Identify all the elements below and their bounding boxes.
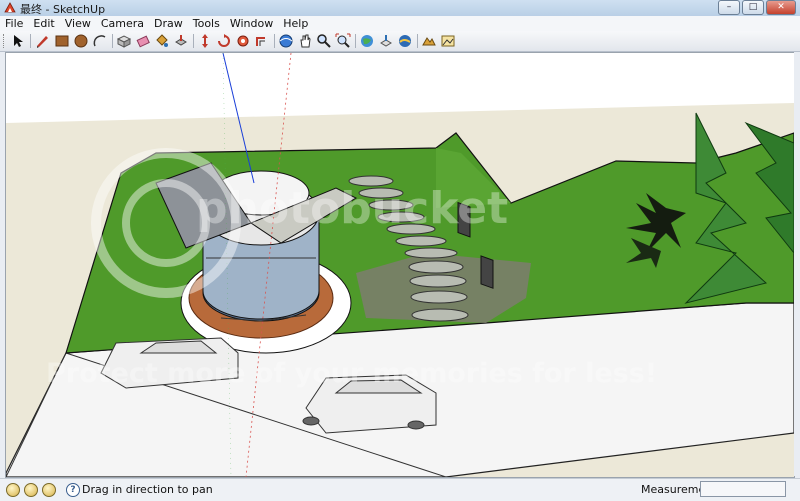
title-bar[interactable]: 最终 - SketchUp – □ ✕ (0, 0, 800, 17)
move-icon[interactable] (197, 33, 213, 49)
eraser-icon[interactable] (135, 33, 151, 49)
viewport-edge (794, 52, 800, 476)
offset-icon[interactable] (254, 33, 270, 49)
arc-icon[interactable] (92, 33, 108, 49)
menu-bar: File Edit View Camera Draw Tools Window Help (0, 16, 800, 32)
status-hint: Drag in direction to pan (82, 483, 213, 496)
rotate-icon[interactable] (216, 33, 232, 49)
credits-icon[interactable] (24, 483, 38, 497)
rectangle-icon[interactable] (54, 33, 70, 49)
toolbar-separator (193, 34, 194, 48)
maximize-button[interactable]: □ (742, 0, 764, 15)
menu-edit[interactable]: Edit (28, 16, 59, 31)
status-bar: ? Drag in direction to pan Measurements (0, 478, 800, 501)
toolbar-separator (112, 34, 113, 48)
model-scene (6, 53, 794, 477)
3d-viewport[interactable]: photobucket Protect more of your memorie… (5, 52, 795, 478)
toolbar-grip[interactable] (3, 34, 7, 48)
window-title: 最终 - SketchUp (20, 3, 106, 16)
toolbar-separator (355, 34, 356, 48)
main-toolbar (0, 31, 800, 52)
close-button[interactable]: ✕ (766, 0, 796, 15)
circle-icon[interactable] (73, 33, 89, 49)
sandbox-icon[interactable] (421, 33, 437, 49)
toolbar-separator (274, 34, 275, 48)
menu-draw[interactable]: Draw (149, 16, 188, 31)
menu-view[interactable]: View (60, 16, 96, 31)
pencil-icon[interactable] (34, 33, 50, 49)
zoom-extents-icon[interactable] (335, 33, 351, 49)
measurements-field[interactable] (700, 481, 786, 497)
window-controls: – □ ✕ (718, 0, 796, 15)
push-pull-icon[interactable] (173, 33, 189, 49)
pan-icon[interactable] (297, 33, 313, 49)
minimize-button[interactable]: – (718, 0, 740, 15)
share-model-icon[interactable] (378, 33, 394, 49)
menu-help[interactable]: Help (278, 16, 313, 31)
photo-match-icon[interactable] (440, 33, 456, 49)
google-earth-icon[interactable] (397, 33, 413, 49)
zoom-icon[interactable] (316, 33, 332, 49)
make-component-icon[interactable] (116, 33, 132, 49)
menu-camera[interactable]: Camera (96, 16, 149, 31)
sketchup-window: 最终 - SketchUp – □ ✕ File Edit View Camera Dr… (0, 0, 800, 501)
menu-file[interactable]: File (0, 16, 28, 31)
toolbar-separator (417, 34, 418, 48)
geo-location-icon[interactable] (6, 483, 20, 497)
user-icon[interactable] (42, 483, 56, 497)
sketchup-app-icon (4, 2, 16, 13)
follow-me-icon[interactable] (235, 33, 251, 49)
toolbar-separator (30, 34, 31, 48)
help-icon[interactable]: ? (66, 483, 80, 497)
get-models-icon[interactable] (359, 33, 375, 49)
orbit-icon[interactable] (278, 33, 294, 49)
menu-window[interactable]: Window (225, 16, 278, 31)
paint-bucket-icon[interactable] (154, 33, 170, 49)
menu-tools[interactable]: Tools (188, 16, 225, 31)
select-icon[interactable] (10, 33, 26, 49)
